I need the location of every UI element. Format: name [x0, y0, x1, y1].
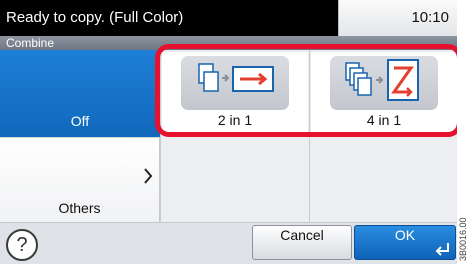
column-divider: [160, 50, 161, 222]
combine-4in1-icon: [330, 56, 438, 110]
clock: 10:10: [411, 9, 449, 26]
ok-button[interactable]: OK: [354, 225, 456, 260]
function-title: Combine: [0, 36, 457, 50]
figure-code: 3B0016.00: [458, 217, 468, 261]
cancel-label: Cancel: [280, 227, 324, 243]
column-divider: [309, 50, 310, 222]
enter-icon: [435, 243, 449, 256]
status-area: 10:10: [338, 0, 457, 36]
copier-panel: Ready to copy. (Full Color) 10:10 Combin…: [0, 0, 457, 264]
off-button[interactable]: Off: [0, 50, 160, 138]
ok-label: OK: [394, 227, 416, 243]
off-label: Off: [70, 113, 90, 129]
combine-2in1-icon: [181, 56, 289, 110]
option-4-in-1[interactable]: 4 in 1: [311, 52, 457, 134]
status-message: Ready to copy. (Full Color): [0, 0, 338, 36]
chevron-right-icon: [144, 168, 153, 184]
others-label: Others: [58, 200, 101, 216]
option-2-in-1-label: 2 in 1: [217, 112, 253, 128]
option-2-in-1[interactable]: 2 in 1: [162, 52, 308, 134]
cancel-button[interactable]: Cancel: [252, 225, 352, 260]
others-button[interactable]: Others: [0, 138, 160, 222]
help-button[interactable]: ?: [6, 229, 38, 261]
option-4-in-1-label: 4 in 1: [366, 112, 402, 128]
